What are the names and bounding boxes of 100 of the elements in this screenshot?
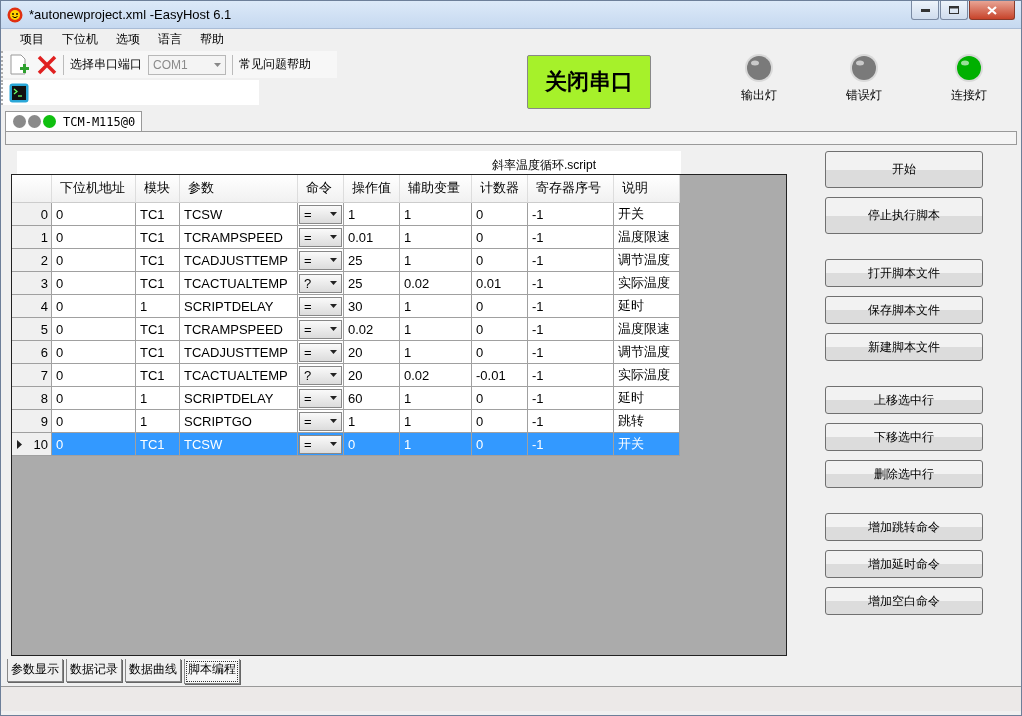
table-row[interactable]: 5 0 TC1 TCRAMPSPEED = 0.02 1 0 -1 温度限速 bbox=[12, 318, 680, 341]
status-dot-icon bbox=[27, 114, 42, 129]
row-number: 8 bbox=[40, 390, 48, 406]
command-dropdown[interactable]: = bbox=[299, 296, 342, 316]
column-header[interactable]: 下位机地址 bbox=[52, 175, 136, 203]
menu-item[interactable]: 项目 bbox=[11, 30, 53, 48]
close-button[interactable] bbox=[969, 1, 1015, 20]
row-number: 10 bbox=[33, 436, 48, 452]
window-title: *autonewproject.xml -EasyHost 6.1 bbox=[29, 7, 233, 22]
row-number: 6 bbox=[40, 344, 48, 360]
page-tab[interactable]: 脚本编程 bbox=[184, 659, 240, 684]
help-button[interactable]: 常见问题帮助 bbox=[239, 56, 311, 73]
current-row-icon bbox=[17, 439, 22, 449]
dropdown-arrow-icon bbox=[330, 281, 337, 285]
action-button[interactable]: 增加延时命令 bbox=[825, 550, 983, 578]
table-row[interactable]: 3 0 TC1 TCACTUALTEMP ? 25 0.02 0.01 -1 实际温度 bbox=[12, 272, 680, 295]
command-dropdown[interactable]: ? bbox=[299, 365, 342, 385]
row-number: 5 bbox=[40, 321, 48, 337]
action-button[interactable]: 删除选中行 bbox=[825, 460, 983, 488]
table-row[interactable]: 8 0 1 SCRIPTDELAY = 60 1 0 -1 延时 bbox=[12, 387, 680, 410]
page-tab[interactable]: 参数显示 bbox=[7, 659, 63, 682]
row-number: 0 bbox=[40, 206, 48, 222]
app-icon bbox=[7, 6, 23, 23]
command-dropdown[interactable]: = bbox=[299, 227, 342, 247]
table-cell: 0 bbox=[344, 433, 400, 456]
action-button[interactable]: 增加空白命令 bbox=[825, 587, 983, 615]
table-row[interactable]: 7 0 TC1 TCACTUALTEMP ? 20 0.02 -0.01 -1 实际温度 bbox=[12, 364, 680, 387]
table-cell: -1 bbox=[528, 433, 614, 456]
table-row[interactable]: 6 0 TC1 TCADJUSTTEMP = 20 1 0 -1 调节温度 bbox=[12, 341, 680, 364]
delete-icon[interactable] bbox=[37, 54, 57, 75]
dropdown-arrow-icon bbox=[330, 396, 337, 400]
dropdown-arrow-icon bbox=[330, 212, 337, 216]
column-header[interactable]: 辅助变量 bbox=[400, 175, 472, 203]
action-button[interactable]: 开始 bbox=[825, 151, 983, 188]
column-header[interactable]: 计数器 bbox=[472, 175, 528, 203]
close-port-button[interactable]: 关闭串口 bbox=[527, 55, 651, 109]
command-dropdown[interactable]: = bbox=[299, 434, 342, 454]
dropdown-arrow-icon bbox=[330, 373, 337, 377]
command-dropdown[interactable]: = bbox=[299, 411, 342, 431]
dropdown-arrow-icon bbox=[330, 350, 337, 354]
terminal-icon[interactable] bbox=[9, 82, 29, 103]
dropdown-arrow-icon bbox=[330, 258, 337, 262]
action-button[interactable]: 上移选中行 bbox=[825, 386, 983, 414]
dropdown-arrow-icon bbox=[330, 419, 337, 423]
dropdown-arrow-icon bbox=[330, 304, 337, 308]
action-button[interactable]: 下移选中行 bbox=[825, 423, 983, 451]
command-dropdown[interactable]: = bbox=[299, 319, 342, 339]
page-tab[interactable]: 数据记录 bbox=[66, 659, 122, 682]
dropdown-arrow-icon bbox=[330, 442, 337, 446]
column-header[interactable]: 模块 bbox=[136, 175, 180, 203]
indicator-light-icon bbox=[848, 53, 879, 83]
command-dropdown[interactable]: = bbox=[299, 342, 342, 362]
dropdown-arrow-icon bbox=[330, 235, 337, 239]
table-row[interactable]: 0 0 TC1 TCSW = 1 1 0 -1 开关 bbox=[12, 203, 680, 226]
table-cell: 0 bbox=[472, 433, 528, 456]
indicator-light-icon bbox=[953, 53, 984, 83]
maximize-button[interactable] bbox=[940, 1, 968, 20]
action-button[interactable]: 保存脚本文件 bbox=[825, 296, 983, 324]
table-row[interactable]: 9 0 1 SCRIPTGO = 1 1 0 -1 跳转 bbox=[12, 410, 680, 433]
page-tab[interactable]: 数据曲线 bbox=[125, 659, 181, 682]
device-tab[interactable]: TCM-M115@0 bbox=[5, 111, 143, 131]
close-icon bbox=[987, 5, 997, 15]
script-title: 斜率温度循环.script bbox=[17, 151, 681, 174]
table-cell: TCSW bbox=[180, 433, 298, 456]
table-row[interactable]: 4 0 1 SCRIPTDELAY = 30 1 0 -1 延时 bbox=[12, 295, 680, 318]
light-label: 输出灯 bbox=[740, 87, 777, 104]
menu-item[interactable]: 下位机 bbox=[53, 30, 107, 48]
maximize-icon bbox=[949, 6, 959, 14]
row-number: 7 bbox=[40, 367, 48, 383]
action-button[interactable]: 停止执行脚本 bbox=[825, 197, 983, 234]
column-header[interactable]: 参数 bbox=[180, 175, 298, 203]
indicator-light-icon bbox=[743, 53, 774, 83]
minimize-button[interactable] bbox=[911, 1, 939, 20]
command-dropdown[interactable]: = bbox=[299, 388, 342, 408]
menu-item[interactable]: 选项 bbox=[107, 30, 149, 48]
table-cell: 0 bbox=[52, 433, 136, 456]
light-label: 连接灯 bbox=[950, 87, 987, 104]
port-label: 选择串口端口 bbox=[70, 56, 142, 73]
column-header[interactable]: 命令 bbox=[298, 175, 344, 203]
menu-item[interactable]: 帮助 bbox=[191, 30, 233, 48]
command-dropdown[interactable]: = bbox=[299, 204, 342, 224]
command-dropdown[interactable]: ? bbox=[299, 273, 342, 293]
table-cell: 1 bbox=[400, 433, 472, 456]
light-label: 错误灯 bbox=[845, 87, 882, 104]
command-dropdown[interactable]: = bbox=[299, 250, 342, 270]
column-header[interactable]: 操作值 bbox=[344, 175, 400, 203]
row-number: 4 bbox=[40, 298, 48, 314]
table-cell: TC1 bbox=[136, 433, 180, 456]
table-row[interactable]: 2 0 TC1 TCADJUSTTEMP = 25 1 0 -1 调节温度 bbox=[12, 249, 680, 272]
minimize-icon bbox=[920, 8, 930, 12]
column-header[interactable]: 寄存器序号 bbox=[528, 175, 614, 203]
action-button[interactable]: 增加跳转命令 bbox=[825, 513, 983, 541]
menu-item[interactable]: 语言 bbox=[149, 30, 191, 48]
action-button[interactable]: 打开脚本文件 bbox=[825, 259, 983, 287]
table-row[interactable]: 1 0 TC1 TCRAMPSPEED = 0.01 1 0 -1 温度限速 bbox=[12, 226, 680, 249]
row-number: 9 bbox=[40, 413, 48, 429]
new-file-icon[interactable] bbox=[9, 53, 31, 76]
column-header[interactable]: 说明 bbox=[614, 175, 680, 203]
action-button[interactable]: 新建脚本文件 bbox=[825, 333, 983, 361]
table-row[interactable]: 10 0 TC1 TCSW = 0 1 0 -1 开关 bbox=[12, 433, 680, 456]
